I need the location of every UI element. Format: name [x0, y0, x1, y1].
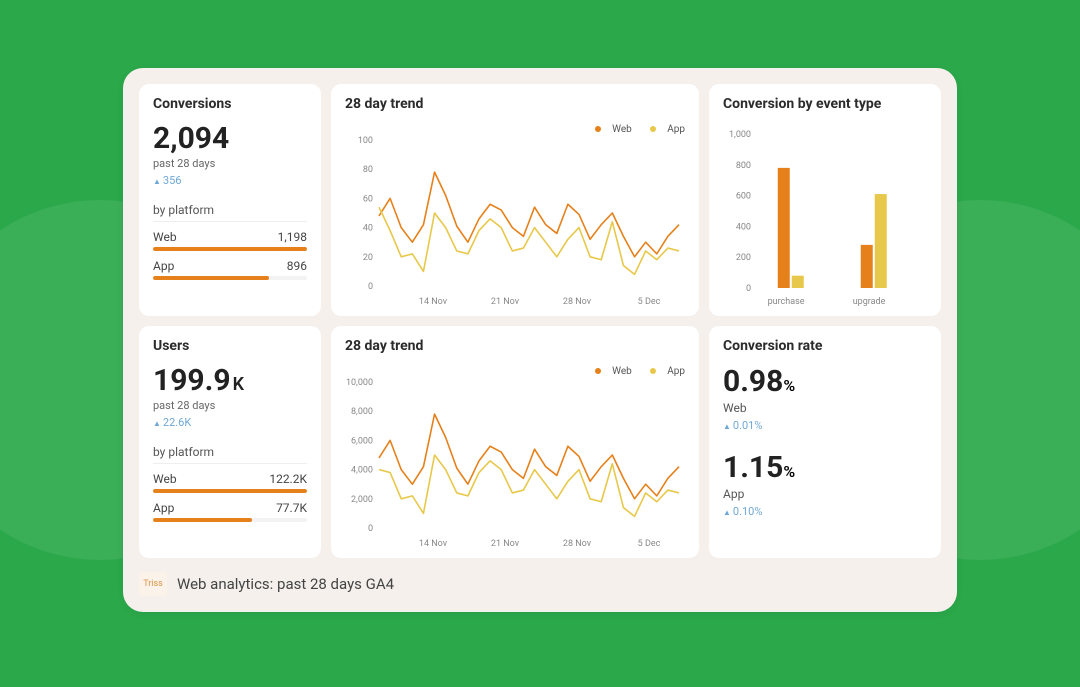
conversion-rate-web: 0.98% Web 0.01% [723, 364, 927, 432]
trend-users-legend: Web App [579, 366, 685, 377]
svg-text:21 Nov: 21 Nov [491, 297, 520, 307]
users-value: 199.9K [153, 364, 307, 397]
footer-text: Web analytics: past 28 days GA4 [177, 575, 394, 593]
svg-text:6,000: 6,000 [351, 436, 373, 446]
users-platform-web-row: Web122.2K [153, 472, 307, 493]
svg-text:28 Nov: 28 Nov [563, 539, 592, 549]
legend-dot-web-icon [595, 126, 601, 132]
users-title: Users [153, 338, 307, 354]
conversions-card: Conversions 2,094 past 28 days 356 by pl… [139, 84, 321, 316]
svg-text:10,000: 10,000 [346, 378, 373, 388]
legend-dot-app-icon [650, 368, 656, 374]
trend-conversions-legend: Web App [579, 124, 685, 135]
svg-text:60: 60 [363, 194, 373, 204]
conversion-rate-title: Conversion rate [723, 338, 927, 354]
legend-dot-app-icon [650, 126, 656, 132]
footer-logo-icon: Triss [139, 572, 167, 596]
conversion-by-event-chart: 0 200 400 600 800 1,000 purchase upgrade [723, 122, 927, 312]
svg-text:purchase: purchase [768, 297, 805, 307]
users-card: Users 199.9K past 28 days 22.6K by platf… [139, 326, 321, 558]
svg-text:40: 40 [363, 224, 373, 234]
svg-text:400: 400 [736, 222, 751, 232]
trend-users-card: 28 day trend Web App 0 2,000 4,000 6,000 8,0… [331, 326, 699, 558]
conversions-platform-label: by platform [153, 203, 307, 222]
svg-text:800: 800 [736, 161, 751, 171]
svg-text:28 Nov: 28 Nov [563, 297, 592, 307]
svg-text:20: 20 [363, 253, 373, 263]
conversion-by-event-title: Conversion by event type [723, 96, 927, 112]
trend-conversions-title: 28 day trend [345, 96, 685, 112]
conversions-title: Conversions [153, 96, 307, 112]
svg-text:2,000: 2,000 [351, 495, 373, 505]
conversions-value: 2,094 [153, 122, 307, 155]
svg-text:0: 0 [368, 524, 373, 534]
svg-text:0: 0 [368, 282, 373, 292]
svg-text:14 Nov: 14 Nov [419, 539, 448, 549]
conversions-platform-app-row: App896 [153, 259, 307, 280]
svg-text:21 Nov: 21 Nov [491, 539, 520, 549]
svg-text:8,000: 8,000 [351, 407, 373, 417]
conversion-rate-card: Conversion rate 0.98% Web 0.01% 1.15% Ap… [709, 326, 941, 558]
trend-conversions-chart: 0 20 40 60 80 100 14 Nov 21 Nov 28 Nov 5 Dec [345, 122, 685, 312]
conversions-platform-web-row: Web1,198 [153, 230, 307, 251]
svg-text:0: 0 [746, 284, 751, 294]
dashboard-panel: Conversions 2,094 past 28 days 356 by pl… [123, 68, 957, 612]
trend-conversions-card: 28 day trend Web App 0 20 40 60 80 100 14 Nov 2… [331, 84, 699, 316]
svg-text:14 Nov: 14 Nov [419, 297, 448, 307]
conversion-by-event-card: Conversion by event type 0 200 400 600 800 1,… [709, 84, 941, 316]
conversions-delta: 356 [153, 174, 307, 187]
conversions-subtext: past 28 days [153, 157, 307, 170]
svg-text:5 Dec: 5 Dec [638, 297, 661, 307]
svg-text:80: 80 [363, 165, 373, 175]
footer: Triss Web analytics: past 28 days GA4 [139, 572, 941, 596]
svg-text:200: 200 [736, 253, 751, 263]
conversion-rate-app: 1.15% App 0.10% [723, 450, 927, 518]
trend-users-chart: 0 2,000 4,000 6,000 8,000 10,000 14 Nov 21 Nov 2… [345, 364, 685, 554]
users-platform-app-row: App77.7K [153, 501, 307, 522]
trend-users-title: 28 day trend [345, 338, 685, 354]
svg-text:600: 600 [736, 192, 751, 202]
svg-text:5 Dec: 5 Dec [638, 539, 661, 549]
users-subtext: past 28 days [153, 399, 307, 412]
svg-text:1,000: 1,000 [729, 130, 751, 140]
users-platform-label: by platform [153, 445, 307, 464]
legend-dot-web-icon [595, 368, 601, 374]
users-delta: 22.6K [153, 416, 307, 429]
svg-text:upgrade: upgrade [853, 297, 886, 307]
svg-text:100: 100 [358, 136, 373, 146]
svg-text:4,000: 4,000 [351, 466, 373, 476]
